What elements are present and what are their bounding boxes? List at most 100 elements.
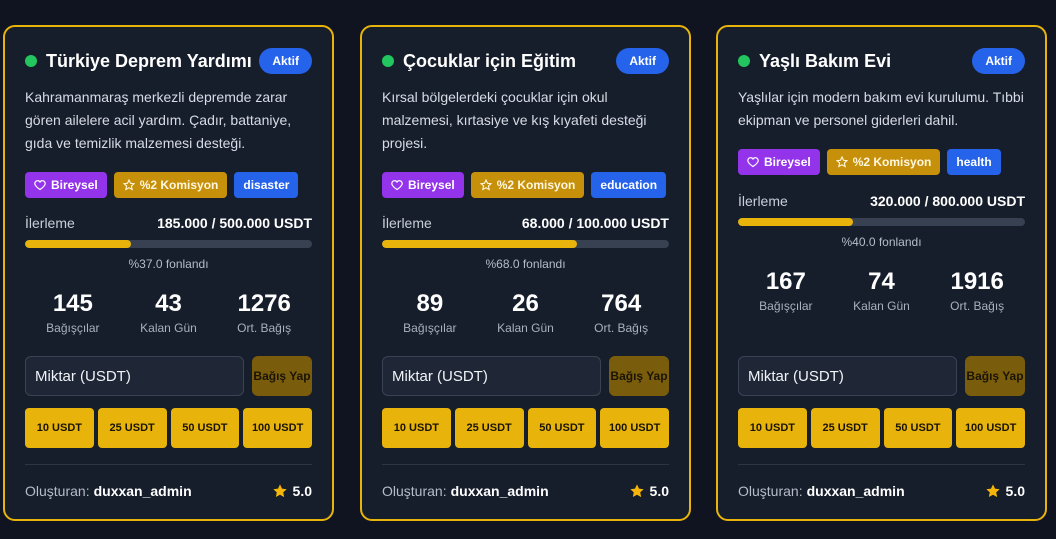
quick-amount-100-button[interactable]: 100 USDT [243, 408, 312, 448]
campaign-description: Yaşlılar için modern bakım evi kurulumu.… [738, 89, 1024, 128]
rating: 5.0 [629, 483, 669, 499]
status-badge: Aktif [616, 48, 669, 74]
tag-individual-label: Bireysel [408, 178, 455, 192]
stat-days-left-label: Kalan Gün [497, 321, 554, 335]
progress-fill [25, 240, 132, 248]
quick-amount-25-button[interactable]: 25 USDT [97, 408, 167, 448]
quick-amount-25-button[interactable]: 25 USDT [810, 408, 880, 448]
tag-individual: Bireysel [738, 149, 820, 175]
creator-label: Oluşturan: [25, 483, 90, 499]
donate-button[interactable]: Bağış Yap [965, 356, 1025, 396]
stat-donors: 145 Bağışçılar [25, 290, 121, 335]
progress-row: İlerleme 68.000 / 100.000 USDT [382, 214, 669, 232]
campaign-card: Türkiye Deprem Yardımı Aktif Kahramanmar… [3, 25, 334, 521]
star-icon [272, 484, 287, 498]
stat-days-left: 74 Kalan Gün [834, 268, 930, 313]
stat-donors-label: Bağışçılar [46, 321, 100, 335]
heart-icon [747, 157, 759, 168]
quick-amount-50-button[interactable]: 50 USDT [883, 408, 953, 448]
campaign-card: Yaşlı Bakım Evi Aktif Yaşlılar için mode… [716, 25, 1047, 521]
active-dot-icon [382, 55, 394, 67]
donate-row: Bağış Yap [738, 356, 1025, 396]
campaign-title[interactable]: Çocuklar için Eğitim [403, 51, 576, 72]
quick-amount-row: 10 USDT 25 USDT 50 USDT 100 USDT [382, 408, 669, 448]
tag-commission-label: %2 Komisyon [852, 155, 932, 169]
amount-input[interactable] [738, 356, 957, 396]
heart-icon [34, 180, 46, 191]
tag-commission-label: %2 Komisyon [496, 178, 576, 192]
divider [738, 464, 1025, 465]
quick-amount-10-button[interactable]: 10 USDT [738, 408, 807, 448]
progress-amount: 320.000 / 800.000 USDT [870, 193, 1025, 209]
star-outline-icon [835, 156, 848, 168]
amount-input[interactable] [25, 356, 244, 396]
stat-days-left: 43 Kalan Gün [121, 290, 217, 335]
stat-donors-value: 145 [52, 290, 93, 317]
donate-row: Bağış Yap [382, 356, 669, 396]
progress-fill [738, 218, 853, 226]
amount-input[interactable] [382, 356, 601, 396]
stat-avg-donation: 1916 Ort. Bağış [929, 268, 1025, 313]
progress-row: İlerleme 185.000 / 500.000 USDT [25, 214, 312, 232]
tag-list: Bireysel %2 Komisyon disaster [25, 172, 322, 198]
progress-bar [382, 240, 669, 248]
stat-days-left-label: Kalan Gün [140, 321, 197, 335]
tag-individual: Bireysel [25, 172, 107, 198]
card-footer: Oluşturan: duxxan_admin 5.0 [382, 481, 669, 501]
donate-row: Bağış Yap [25, 356, 312, 396]
status-badge: Aktif [972, 48, 1025, 74]
creator-name[interactable]: duxxan_admin [451, 483, 549, 499]
donate-button[interactable]: Bağış Yap [609, 356, 669, 396]
quick-amount-25-button[interactable]: 25 USDT [454, 408, 524, 448]
funded-text: %68.0 fonlandı [485, 257, 566, 271]
donate-button[interactable]: Bağış Yap [252, 356, 312, 396]
progress-amount: 68.000 / 100.000 USDT [521, 215, 669, 231]
progress-row: İlerleme 320.000 / 800.000 USDT [738, 192, 1025, 210]
stat-avg-donation: 764 Ort. Bağış [573, 290, 669, 335]
tag-commission: %2 Komisyon [826, 149, 941, 175]
star-outline-icon [122, 179, 135, 191]
active-dot-icon [25, 55, 37, 67]
stat-avg-donation-value: 764 [601, 290, 642, 317]
tag-individual: Bireysel [382, 172, 464, 198]
progress-amount: 185.000 / 500.000 USDT [157, 215, 312, 231]
funded-text: %40.0 fonlandı [841, 235, 922, 249]
tag-list: Bireysel %2 Komisyon health [738, 149, 1035, 175]
stat-days-left-label: Kalan Gün [853, 299, 910, 313]
stats-row: 89 Bağışçılar 26 Kalan Gün 764 Ort. Bağı… [382, 290, 669, 335]
tag-list: Bireysel %2 Komisyon education [382, 172, 679, 198]
stats-row: 145 Bağışçılar 43 Kalan Gün 1276 Ort. Ba… [25, 290, 312, 335]
progress-fill [382, 240, 578, 248]
stat-donors: 167 Bağışçılar [738, 268, 834, 313]
rating-value: 5.0 [649, 483, 669, 499]
quick-amount-10-button[interactable]: 10 USDT [25, 408, 94, 448]
creator-name[interactable]: duxxan_admin [94, 483, 192, 499]
stat-donors-label: Bağışçılar [403, 321, 457, 335]
quick-amount-10-button[interactable]: 10 USDT [382, 408, 451, 448]
divider [25, 464, 312, 465]
progress-label: İlerleme [382, 215, 432, 231]
progress-bar [25, 240, 312, 248]
stat-donors-value: 89 [416, 290, 444, 317]
card-header: Türkiye Deprem Yardımı Aktif [25, 47, 312, 75]
creator-name[interactable]: duxxan_admin [807, 483, 905, 499]
campaign-title[interactable]: Türkiye Deprem Yardımı [46, 51, 252, 72]
quick-amount-50-button[interactable]: 50 USDT [170, 408, 240, 448]
quick-amount-50-button[interactable]: 50 USDT [527, 408, 597, 448]
tag-category: education [591, 172, 667, 198]
quick-amount-100-button[interactable]: 100 USDT [956, 408, 1025, 448]
campaign-title[interactable]: Yaşlı Bakım Evi [759, 51, 891, 72]
campaign-grid: Türkiye Deprem Yardımı Aktif Kahramanmar… [0, 0, 1056, 539]
stat-avg-donation-value: 1276 [237, 290, 291, 317]
stat-donors-value: 167 [765, 268, 806, 295]
quick-amount-row: 10 USDT 25 USDT 50 USDT 100 USDT [25, 408, 312, 448]
stat-avg-donation-label: Ort. Bağış [237, 321, 292, 335]
progress-label: İlerleme [25, 215, 75, 231]
stat-donors: 89 Bağışçılar [382, 290, 478, 335]
stat-avg-donation: 1276 Ort. Bağış [216, 290, 312, 335]
star-icon [629, 484, 644, 498]
quick-amount-100-button[interactable]: 100 USDT [600, 408, 669, 448]
rating-value: 5.0 [1005, 483, 1025, 499]
card-footer: Oluşturan: duxxan_admin 5.0 [25, 481, 312, 501]
stat-days-left-value: 43 [155, 290, 182, 317]
